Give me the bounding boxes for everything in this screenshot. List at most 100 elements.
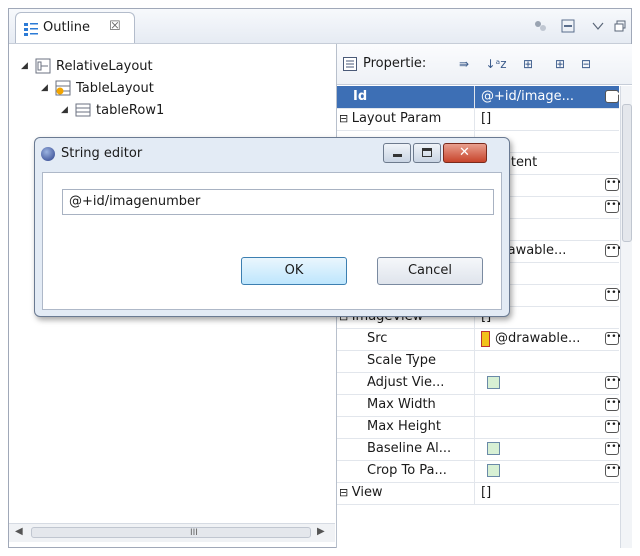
ellipsis-button[interactable]: •••: [605, 376, 622, 389]
tab-close-icon[interactable]: ☒: [109, 19, 121, 34]
ellipsis-button[interactable]: •••: [605, 398, 622, 411]
property-value[interactable]: @drawable... •••: [477, 328, 623, 350]
property-value[interactable]: •••: [477, 460, 623, 482]
scroll-thumb[interactable]: III: [31, 527, 311, 538]
property-name: Baseline Al...: [337, 438, 475, 460]
dialog-title: String editor: [61, 146, 143, 161]
horizontal-scrollbar[interactable]: ◀ III ▶: [9, 523, 335, 542]
property-value[interactable]: @+id/image... •••: [477, 86, 623, 108]
property-row[interactable]: Baseline Al... •••: [337, 438, 622, 461]
maximize-button[interactable]: [413, 143, 441, 163]
tree-node-label: RelativeLayout: [56, 58, 153, 74]
property-row[interactable]: Max Height •••: [337, 416, 622, 439]
collapse-category-icon[interactable]: ⊟: [339, 112, 352, 125]
tree-node[interactable]: ◢ TableLayout: [41, 78, 154, 98]
ellipsis-button[interactable]: •••: [605, 178, 622, 191]
tab-outline[interactable]: Outline ☒: [15, 12, 135, 43]
category-label: Layout Param: [351, 111, 442, 126]
property-name: Scale Type: [337, 350, 475, 372]
view-tab-bar: Outline ☒: [9, 9, 631, 44]
expanded-arrow-icon[interactable]: ◢: [61, 105, 71, 115]
tree-node[interactable]: ◢ RelativeLayout: [21, 56, 153, 76]
outline-icon: [24, 23, 38, 36]
relative-layout-icon: [35, 58, 51, 74]
property-value-text: @drawable...: [495, 331, 581, 346]
close-button[interactable]: ✕: [443, 143, 487, 163]
ellipsis-button[interactable]: •••: [605, 420, 622, 433]
expanded-arrow-icon[interactable]: ◢: [21, 61, 31, 71]
boolean-checkbox[interactable]: [487, 376, 500, 389]
properties-toolbar: Propertie: ⇛ ↓ᵃz ⊞ ⊞ ⊟: [337, 44, 632, 85]
property-name: Max Width: [337, 394, 475, 416]
expanded-arrow-icon[interactable]: ◢: [41, 83, 51, 93]
maximize-view-icon[interactable]: [611, 17, 629, 35]
advanced-icon[interactable]: ⊞: [519, 55, 537, 73]
vertical-scroll-thumb[interactable]: [622, 104, 632, 242]
boolean-checkbox[interactable]: [487, 442, 500, 455]
property-row[interactable]: Src @drawable... •••: [337, 328, 622, 351]
eclipse-icon: [41, 147, 55, 161]
ellipsis-button[interactable]: •••: [605, 464, 622, 477]
outline-view: Outline ☒ ◢ RelativeLayout ◢ TableLayout…: [8, 8, 632, 548]
cancel-button[interactable]: Cancel: [377, 257, 483, 285]
dialog-body: @+id/imagenumber OK Cancel: [42, 172, 502, 310]
property-name: Max Height: [337, 416, 475, 438]
property-name: Id: [337, 86, 475, 108]
expand-all-icon[interactable]: ⊞: [551, 55, 569, 73]
property-row[interactable]: Max Width •••: [337, 394, 622, 417]
tree-node[interactable]: ◢ tableRow1: [61, 100, 164, 120]
property-row[interactable]: Adjust Vie... •••: [337, 372, 622, 395]
property-value[interactable]: [477, 350, 623, 372]
category-label: View: [351, 485, 383, 500]
property-value-text: []: [481, 111, 492, 126]
property-row[interactable]: Crop To Pa... •••: [337, 460, 622, 483]
close-icon: ✕: [459, 145, 470, 160]
scroll-right-icon[interactable]: ▶: [317, 526, 325, 537]
boolean-checkbox[interactable]: [487, 464, 500, 477]
property-name: ⊟ Layout Param: [337, 108, 475, 130]
property-row[interactable]: ⊟ Layout Param []: [337, 108, 619, 131]
property-value-text: @+id/image...: [481, 89, 575, 104]
drawable-icon: [481, 330, 490, 347]
property-value[interactable]: •••: [477, 438, 623, 460]
ok-button[interactable]: OK: [241, 257, 347, 285]
property-value[interactable]: []: [477, 482, 623, 504]
property-name: Adjust Vie...: [337, 372, 475, 394]
table-layout-icon: [55, 80, 71, 96]
sync-icon[interactable]: [531, 17, 549, 35]
ellipsis-button[interactable]: •••: [605, 332, 622, 345]
vertical-scrollbar[interactable]: [620, 86, 632, 548]
property-name: ⊟ View: [337, 482, 475, 504]
ellipsis-button[interactable]: •••: [605, 288, 622, 301]
view-menu-icon[interactable]: [589, 17, 607, 35]
property-value[interactable]: []: [477, 108, 623, 130]
string-input[interactable]: @+id/imagenumber: [62, 189, 494, 215]
property-value[interactable]: •••: [477, 416, 623, 438]
string-editor-dialog: String editor ✕ @+id/imagenumber OK Canc…: [34, 137, 510, 317]
minimize-button[interactable]: [383, 143, 411, 163]
property-row[interactable]: Scale Type: [337, 350, 619, 373]
property-row[interactable]: ⊟ View []: [337, 482, 619, 505]
tab-outline-label: Outline: [43, 20, 91, 35]
sort-icon[interactable]: ↓ᵃz: [485, 55, 506, 73]
filter-icon[interactable]: ⇛: [455, 55, 473, 73]
scroll-grip: III: [190, 528, 198, 538]
property-value[interactable]: •••: [477, 394, 623, 416]
property-name: Crop To Pa...: [337, 460, 475, 482]
property-value-text: []: [481, 485, 492, 500]
ellipsis-button[interactable]: •••: [605, 442, 622, 455]
ellipsis-button[interactable]: •••: [605, 200, 622, 213]
ellipsis-button[interactable]: •••: [605, 90, 622, 103]
property-name: Src: [337, 328, 475, 350]
properties-title: Propertie:: [363, 56, 427, 71]
collapse-category-icon[interactable]: ⊟: [339, 486, 352, 499]
collapse-all-icon[interactable]: ⊟: [577, 55, 595, 73]
ellipsis-button[interactable]: •••: [605, 244, 622, 257]
collapse-all-icon[interactable]: [559, 17, 577, 35]
property-row[interactable]: Id @+id/image... •••: [337, 86, 622, 109]
property-value[interactable]: •••: [477, 372, 623, 394]
scroll-left-icon[interactable]: ◀: [15, 526, 23, 537]
tree-node-label: tableRow1: [96, 102, 165, 118]
table-row-icon: [75, 103, 91, 117]
properties-icon: [343, 57, 357, 71]
